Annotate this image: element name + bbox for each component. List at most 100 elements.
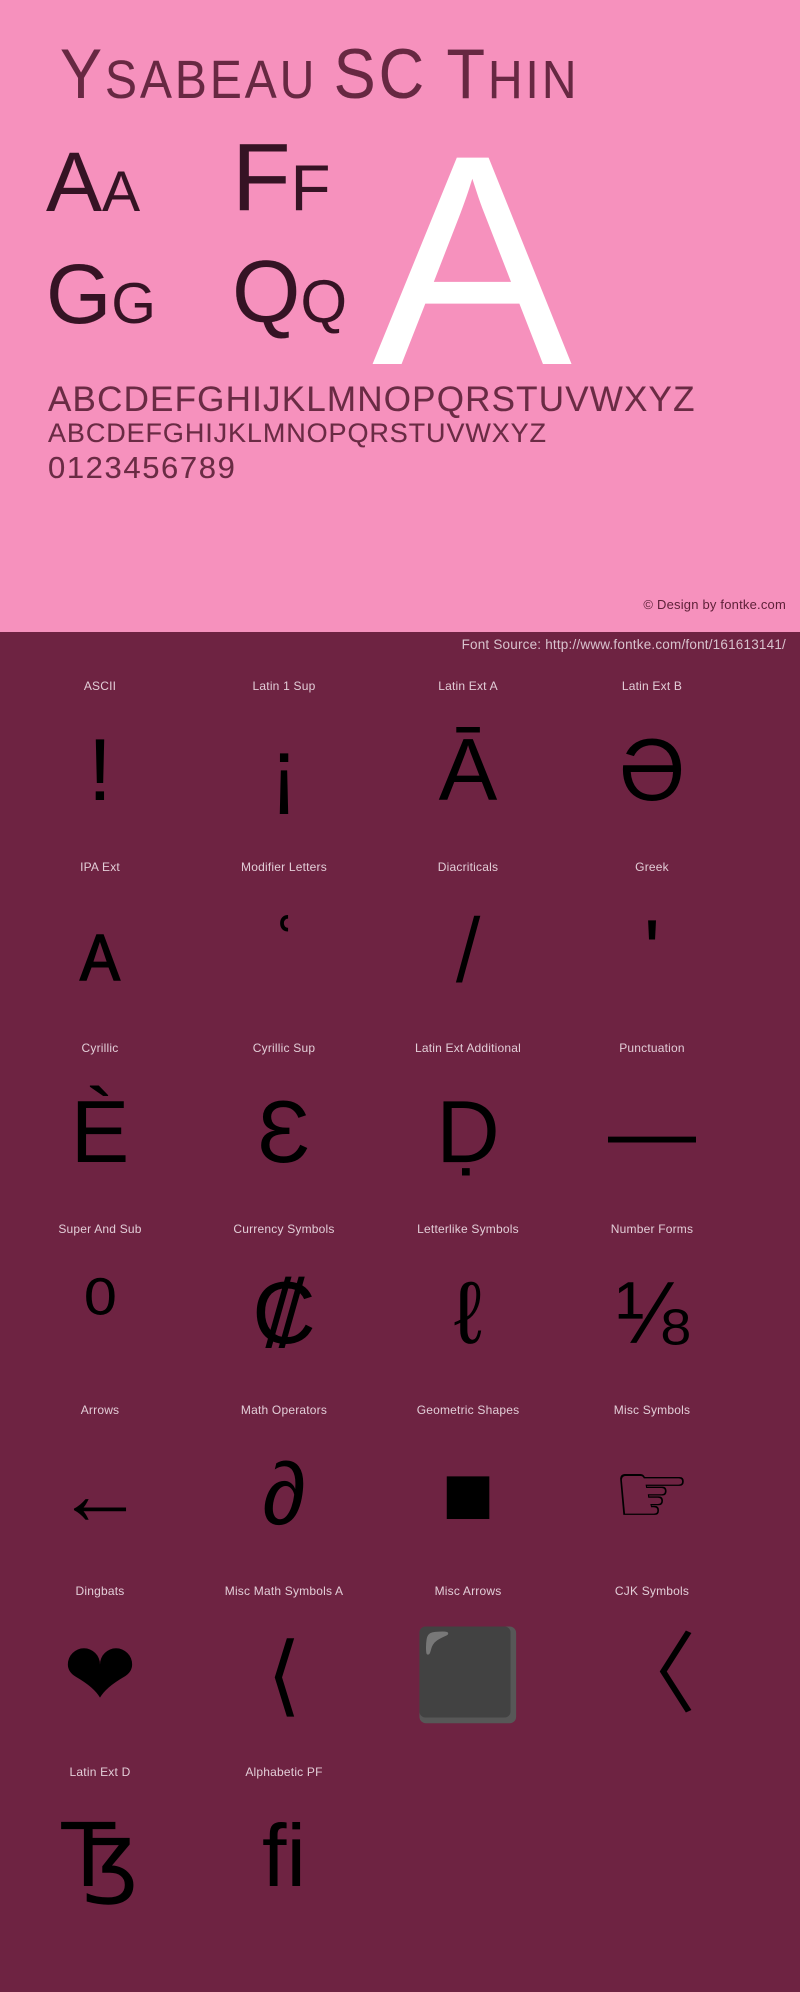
unicode-block-cell[interactable]: Misc Math Symbols A ⟨ [184, 1567, 384, 1748]
letter-pair-a-small: A [102, 160, 141, 224]
unicode-block-cell[interactable]: Latin Ext A Ā [368, 662, 568, 843]
unicode-block-cell[interactable]: Letterlike Symbols ℓ [368, 1205, 568, 1386]
unicode-block-cell[interactable]: CJK Symbols 〈 [552, 1567, 752, 1748]
unicode-block-glyph: ! [87, 720, 113, 819]
unicode-block-label: Latin Ext A [438, 679, 498, 693]
unicode-block-row: IPA ExtᴀModifier LettersʿDiacriticals̸Gr… [0, 843, 800, 1024]
unicode-block-glyph: Ā [438, 720, 498, 819]
unicode-block-label: Punctuation [619, 1041, 685, 1055]
unicode-block-cell[interactable]: Latin 1 Sup ¡ [184, 662, 384, 843]
unicode-block-label: Latin Ext B [621, 679, 683, 693]
letter-pair-q-small: Q [300, 268, 347, 335]
unicode-block-label: Misc Symbols [613, 1403, 691, 1417]
unicode-block-glyph: Ѐ [70, 1082, 130, 1181]
unicode-block-glyph: ■ [441, 1444, 495, 1543]
unicode-block-glyph: ☞ [612, 1444, 692, 1543]
unicode-block-cell[interactable]: Punctuation — [552, 1024, 752, 1205]
hero-letter: A [372, 92, 573, 428]
unicode-block-cell[interactable]: Math Operators ∂ [184, 1386, 384, 1567]
design-credit: © Design by fontke.com [643, 597, 786, 612]
unicode-block-cell[interactable]: Latin Ext D Ꜩ [0, 1748, 200, 1929]
unicode-block-cell[interactable]: Super And Sub ⁰ [0, 1205, 200, 1386]
unicode-block-row: Cyrillic Ѐ Cyrillic Sup Ɛ Latin Ext Addition… [0, 1024, 800, 1205]
unicode-block-row: Arrows ← Math Operators ∂ Geometric Shapes ■ M… [0, 1386, 800, 1567]
unicode-block-grid: ASCII! Latin 1 Sup ¡ Latin Ext A Ā Latin Ext … [0, 662, 800, 1992]
unicode-block-cell[interactable]: Cyrillic Ѐ [0, 1024, 200, 1205]
unicode-block-label: Latin Ext D [69, 1765, 131, 1779]
unicode-block-cell[interactable]: Misc Arrows ⬛ [368, 1567, 568, 1748]
unicode-block-cell[interactable]: Alphabetic PF ﬁ [184, 1748, 384, 1929]
digits-row: 0123456789 [48, 450, 237, 485]
unicode-block-label: Cyrillic Sup [252, 1041, 316, 1055]
unicode-block-cell[interactable]: Dingbats ❤ [0, 1567, 200, 1748]
letter-pair-q: QQ [232, 247, 347, 336]
unicode-block-glyph: ⬛ [413, 1625, 523, 1724]
unicode-block-glyph: ∂ [262, 1444, 306, 1543]
unicode-block-glyph: Ɛ [257, 1082, 311, 1181]
unicode-block-cell[interactable]: Modifier Letters ʿ [184, 843, 384, 1024]
font-source-bar: Font Source: http://www.fontke.com/font/… [0, 632, 800, 662]
unicode-block-glyph: ❤ [63, 1625, 137, 1724]
title-letter-lead: Y [60, 35, 106, 114]
unicode-block-label: Modifier Letters [241, 860, 327, 874]
title-smallcaps-rest: SABEAU [105, 50, 334, 111]
unicode-block-glyph: — [608, 1082, 696, 1181]
unicode-block-label: IPA Ext [80, 860, 120, 874]
unicode-block-label: Dingbats [75, 1584, 125, 1598]
unicode-block-label: Letterlike Symbols [417, 1222, 519, 1236]
unicode-block-label: Greek [635, 860, 669, 874]
unicode-block-cell[interactable]: Latin Ext Additional Ḍ [368, 1024, 568, 1205]
unicode-block-row: ASCII! Latin 1 Sup ¡ Latin Ext A Ā Latin Ext … [0, 662, 800, 843]
unicode-block-cell[interactable]: Diacriticals̸ [368, 843, 568, 1024]
letter-pair-g-upper: G [46, 247, 112, 341]
unicode-block-cell[interactable]: Cyrillic Sup Ɛ [184, 1024, 384, 1205]
unicode-block-label: ASCII [83, 679, 117, 693]
letter-pair-g-small: G [111, 272, 156, 336]
unicode-block-label: Latin 1 Sup [252, 679, 316, 693]
letter-pair-q-upper: Q [232, 242, 301, 341]
specimen-panel: YSABEAU SC THIN AA FF GG QQ A ABCDEFGHIJ… [0, 0, 800, 632]
unicode-block-glyph: ﬁ [262, 1806, 306, 1905]
letter-pair-g: GG [46, 252, 156, 336]
font-source-link[interactable]: Font Source: http://www.fontke.com/font/… [462, 637, 786, 652]
unicode-block-glyph: Ḍ [436, 1082, 500, 1181]
letter-pair-f-small: F [290, 151, 331, 224]
unicode-block-glyph: 〈 [607, 1625, 696, 1724]
unicode-block-glyph: ₡ [252, 1263, 316, 1362]
unicode-block-label: CJK Symbols [614, 1584, 690, 1598]
unicode-block-cell[interactable]: ASCII! [0, 662, 200, 843]
unicode-block-glyph: ʿ [269, 901, 299, 1000]
unicode-block-cell[interactable]: Currency Symbols ₡ [184, 1205, 384, 1386]
unicode-block-label: Number Forms [610, 1222, 694, 1236]
unicode-block-glyph: ¡ [269, 720, 299, 819]
unicode-block-label: Cyrillic [81, 1041, 119, 1055]
unicode-block-glyph: ⅛ [615, 1263, 689, 1362]
unicode-block-glyph: Ə [618, 720, 686, 819]
unicode-block-glyph: Ꜩ [61, 1806, 139, 1905]
unicode-block-cell[interactable]: Misc Symbols ☞ [552, 1386, 752, 1567]
unicode-block-label: Math Operators [240, 1403, 328, 1417]
unicode-block-cell[interactable]: Greek ʹ [552, 843, 752, 1024]
alphabet-uppercase-row: ABCDEFGHIJKLMNOPQRSTUVWXYZ [48, 380, 696, 419]
unicode-block-label: Super And Sub [58, 1222, 142, 1236]
font-specimen-page: YSABEAU SC THIN AA FF GG QQ A ABCDEFGHIJ… [0, 0, 800, 1992]
unicode-block-label: Latin Ext Additional [414, 1041, 522, 1055]
unicode-block-label: Geometric Shapes [416, 1403, 520, 1417]
unicode-block-label: Diacriticals [437, 860, 499, 874]
unicode-block-label: Alphabetic PF [245, 1765, 323, 1779]
unicode-block-cell[interactable]: IPA Ext ᴀ [0, 843, 200, 1024]
unicode-block-glyph: ⟨ [266, 1625, 302, 1724]
letter-pair-f: FF [232, 129, 331, 226]
unicode-block-cell[interactable]: Number Forms ⅛ [552, 1205, 752, 1386]
letter-pair-a: AA [46, 140, 140, 224]
unicode-block-cell[interactable]: Geometric Shapes ■ [368, 1386, 568, 1567]
unicode-block-label: Arrows [80, 1403, 120, 1417]
unicode-block-row: Super And Sub ⁰ Currency Symbols ₡ Letterlik… [0, 1205, 800, 1386]
unicode-block-label: Misc Arrows [434, 1584, 502, 1598]
unicode-block-cell[interactable]: Arrows ← [0, 1386, 200, 1567]
unicode-block-row: Dingbats ❤ Misc Math Symbols A ⟨ Misc Arrows… [0, 1567, 800, 1748]
unicode-block-glyph: ⁰ [82, 1263, 118, 1362]
unicode-block-cell[interactable]: Latin Ext B Ə [552, 662, 752, 843]
unicode-block-glyph: ʹ [643, 901, 661, 1000]
unicode-block-glyph: ᴀ [78, 901, 122, 1000]
